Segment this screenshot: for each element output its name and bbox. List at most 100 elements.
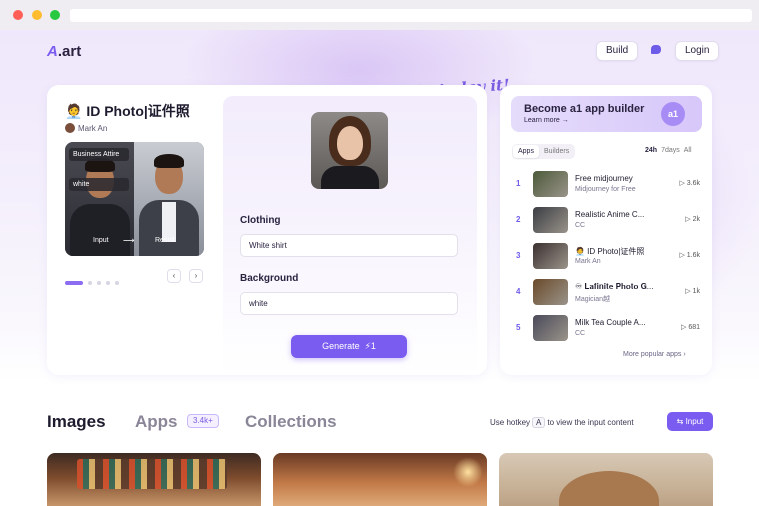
carousel-dot[interactable] [97,280,101,285]
app-thumbnail [533,171,568,197]
clothing-label: Clothing [240,215,281,226]
app-name: Realistic Anime C... [575,210,645,219]
hotkey-hint: Use hotkey Ato view the input content [490,417,634,428]
hotkey-key: A [532,417,546,428]
ranking-row[interactable]: 4 ♾ 𝐋𝐚𝐟𝐢𝐧𝐢𝐭𝐞 𝐏𝐡𝐨𝐭𝐨 𝐆... Magician越 ▷ 1k [512,279,702,307]
input-caption: Input [93,237,109,244]
app-author[interactable]: Mark An [65,123,107,133]
app-name: ♾ 𝐋𝐚𝐟𝐢𝐧𝐢𝐭𝐞 𝐏𝐡𝐨𝐭𝐨 𝐆... [575,282,654,291]
carousel-dots[interactable] [65,274,119,292]
preview-tag: Business Attire [69,148,129,161]
popular-apps-card: Become a1 app builder Learn more → a1 Ap… [500,85,712,375]
login-button[interactable]: Login [675,41,720,61]
app-name: 🧑‍💼 ID Photo|证件照 [575,247,645,256]
rank-number: 5 [516,323,521,332]
tab-apps[interactable]: Apps [513,145,539,158]
a1-badge-icon: a1 [661,102,685,126]
gallery-image[interactable] [47,453,261,506]
shelf-bottles [77,459,227,489]
run-count: ▷ 3.6k [679,180,700,187]
run-count: ▷ 1k [685,288,700,295]
banner-title: Become a1 app builder [524,103,645,115]
rank-number: 3 [516,251,521,260]
portrait-head [559,471,659,506]
portrait-face [337,126,363,160]
generate-cost: ⚡1 [364,341,376,351]
ranking-row[interactable]: 5 Milk Tea Couple A... CC ▷ 681 [512,315,702,343]
carousel-dot[interactable] [115,280,119,285]
result-shirt [162,202,176,242]
generate-label: Generate [322,341,360,351]
author-name: Mark An [78,124,108,133]
example-preview: Business Attire white Input ⟶ Result [65,142,204,256]
app-author: Mark An [575,258,601,265]
app-author: CC [575,330,586,337]
carousel-dot[interactable] [106,280,110,285]
run-count: ▷ 1.6k [679,252,700,259]
arrow-right-icon: ⟶ [123,236,135,245]
browser-chrome [0,0,759,30]
range-7days[interactable]: 7days [661,147,680,154]
ranking-tabs: Apps Builders [512,144,576,159]
minimize-window-icon[interactable] [32,10,42,20]
app-name: Milk Tea Couple A... [575,318,646,327]
run-count: ▷ 681 [680,324,700,331]
gallery-image[interactable] [499,453,713,506]
more-popular-apps-link[interactable]: More popular apps › [623,351,686,358]
app-title[interactable]: 🧑‍💼 ID Photo|证件照 [65,101,190,121]
app-thumbnail [533,207,568,233]
portrait-body [321,166,379,189]
tab-images[interactable]: Images [47,412,106,432]
hotkey-prefix: Use hotkey [490,418,531,427]
rank-number: 2 [516,215,521,224]
rank-number: 1 [516,179,521,188]
app-thumbnail [533,279,568,305]
learn-more-link[interactable]: Learn more → [524,117,569,124]
tab-builders[interactable]: Builders [539,145,574,158]
address-bar[interactable] [70,9,752,22]
close-window-icon[interactable] [13,10,23,20]
rank-number: 4 [516,287,521,296]
page: A.art Build Login ↶ Just play it! 🧑‍💼 ID… [0,30,759,506]
input-toggle-button[interactable]: ⇆ Input [667,412,713,431]
result-hair [154,154,184,168]
input-body [70,204,130,256]
background-label: Background [240,273,299,284]
app-thumbnail [533,243,568,269]
background-input[interactable]: white [240,292,458,315]
apps-count-badge: 3.4k+ [187,414,219,428]
chat-icon[interactable] [651,45,661,54]
ranking-row[interactable]: 3 🧑‍💼 ID Photo|证件照 Mark An ▷ 1.6k [512,243,702,271]
preview-tag: white [69,178,129,191]
range-all[interactable]: All [684,147,692,154]
gallery-image[interactable] [273,453,487,506]
ranking-row[interactable]: 2 Realistic Anime C... CC ▷ 2k [512,207,702,235]
avatar [65,123,75,133]
app-author: Magician越 [575,296,611,303]
run-count: ▷ 2k [685,216,700,223]
site-logo[interactable]: A.art [47,43,81,60]
carousel-prev-button[interactable]: ‹ [167,269,181,283]
ranking-row[interactable]: 1 Free midjourney Midjourney for Free ▷ … [512,171,702,199]
app-author: CC [575,222,586,229]
maximize-window-icon[interactable] [50,10,60,20]
carousel-dot[interactable] [88,280,92,285]
clothing-input[interactable]: White shirt [240,234,458,257]
tab-apps-section[interactable]: Apps [135,412,178,432]
result-caption: Result [155,237,175,244]
carousel-next-button[interactable]: › [189,269,203,283]
tab-collections[interactable]: Collections [245,412,337,432]
carousel-dot-active[interactable] [65,280,83,285]
app-thumbnail [533,315,568,341]
range-24h[interactable]: 24h [645,147,657,154]
time-range-filter: 24h 7days All [645,147,696,154]
logo-text: .art [57,43,82,60]
build-button[interactable]: Build [596,41,639,61]
generate-button[interactable]: Generate ⚡1 [291,335,407,358]
app-name: Free midjourney [575,174,633,183]
builder-banner[interactable]: Become a1 app builder Learn more → a1 [511,96,702,132]
lamp-glow [453,457,483,487]
hotkey-suffix: to view the input content [547,418,634,427]
uploaded-portrait[interactable] [311,112,388,189]
featured-app-card: 🧑‍💼 ID Photo|证件照 Mark An Business Attire… [47,85,487,375]
